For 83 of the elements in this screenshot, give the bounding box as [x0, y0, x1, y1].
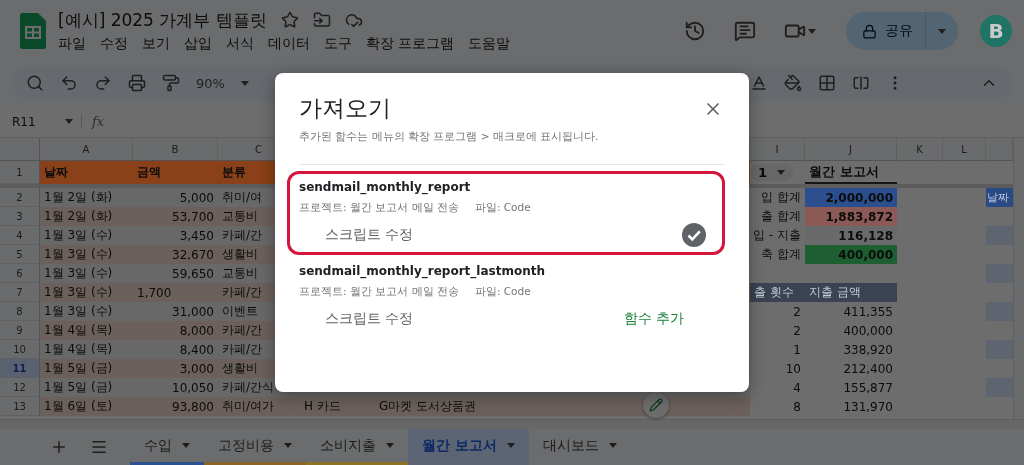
- table-cell: 1월 3일 (수): [40, 245, 133, 264]
- row-header[interactable]: 2: [0, 188, 40, 207]
- row-header[interactable]: 7: [0, 283, 40, 302]
- menu-item[interactable]: 수정: [100, 33, 128, 54]
- table-cell: 3,000: [133, 359, 218, 378]
- row-header[interactable]: 9: [0, 321, 40, 340]
- table-cell: 32,670: [133, 245, 218, 264]
- table-cell: 1월 5일 (금): [40, 359, 133, 378]
- menu-item[interactable]: 삽입: [184, 33, 212, 54]
- menu-item[interactable]: 데이터: [268, 33, 310, 54]
- file-label: 파일: Code: [474, 285, 531, 299]
- table-cell: 지출 금액: [805, 283, 897, 302]
- table-cell: 금액: [133, 161, 218, 184]
- project-label: 프로젝트: 월간 보고서 메일 전송: [299, 285, 459, 299]
- table-cell: 5,000: [133, 188, 218, 207]
- column-header[interactable]: J: [805, 138, 897, 161]
- add-function-button[interactable]: 함수 추가: [611, 306, 712, 332]
- table-cell: 1월 6일 (토): [40, 397, 133, 416]
- table-cell: 93,800: [133, 397, 218, 416]
- row-header[interactable]: 1: [0, 161, 40, 184]
- table-cell: 1월 4일 (목): [40, 321, 133, 340]
- table-cell: 53,700: [133, 207, 218, 226]
- table-cell: 1월 2일 (화): [40, 188, 133, 207]
- dialog-subtitle: 추가된 함수는 메뉴의 확장 프로그램 > 매크로에 표시됩니다.: [298, 130, 600, 144]
- table-cell: 1월 3일 (수): [40, 302, 133, 321]
- row-header[interactable]: 4: [0, 226, 40, 245]
- table-cell: 3,450: [133, 226, 218, 245]
- table-cell: 8,000: [133, 321, 218, 340]
- table-cell: 1월 2일 (화): [40, 207, 133, 226]
- table-cell: 10,050: [133, 378, 218, 397]
- row-header[interactable]: 8: [0, 302, 40, 321]
- table-cell: 1월 3일 (수): [40, 226, 133, 245]
- table-cell: 59,650: [133, 264, 218, 283]
- menu-item[interactable]: 보기: [142, 33, 170, 54]
- table-cell: 1월 3일 (수): [40, 264, 133, 283]
- table-cell: 날짜: [986, 188, 1013, 207]
- table-cell: 날짜: [40, 161, 133, 184]
- project-label: 프로젝트: 월간 보고서 메일 전송: [299, 201, 459, 215]
- row-header[interactable]: 10: [0, 340, 40, 359]
- sheet-tab[interactable]: 고정비용: [204, 429, 306, 465]
- column-header[interactable]: K: [897, 138, 943, 161]
- table-cell: 8,400: [133, 340, 218, 359]
- table-cell: 2,000,000: [805, 188, 897, 207]
- row-header[interactable]: 3: [0, 207, 40, 226]
- sheet-tab[interactable]: 대시보드: [528, 429, 631, 465]
- dialog-title: 가져오기: [299, 94, 391, 123]
- sheet-tab[interactable]: 월간 보고서: [408, 429, 529, 465]
- table-cell: 1,700: [133, 283, 218, 302]
- document-title[interactable]: [예시] 2025 가계부 템플릿: [58, 8, 267, 32]
- column-header[interactable]: A: [40, 138, 133, 161]
- row-header[interactable]: 13: [0, 397, 40, 416]
- function-name: sendmail_monthly_report_lastmonth: [299, 264, 546, 278]
- row-header[interactable]: 12: [0, 378, 40, 397]
- column-header[interactable]: L: [943, 138, 986, 161]
- table-cell: 1월 3일 (수): [40, 283, 133, 302]
- table-cell: 400,000: [805, 245, 897, 264]
- file-label: 파일: Code: [474, 201, 531, 215]
- menu-item[interactable]: 도움말: [468, 33, 511, 54]
- menu-item[interactable]: 확장 프로그램: [366, 33, 455, 54]
- table-cell: 31,000: [133, 302, 218, 321]
- page-selector[interactable]: 1: [750, 164, 794, 181]
- table-cell: H 카드: [300, 397, 375, 416]
- table-cell: 취미/여가: [218, 397, 300, 416]
- table-cell: 1,883,872: [805, 207, 897, 226]
- table-cell: G마켓 도서상품권: [375, 397, 495, 416]
- table-cell: 출 횟수: [750, 283, 805, 302]
- menu-item[interactable]: 파일: [58, 33, 86, 54]
- row-header[interactable]: 6: [0, 264, 40, 283]
- name-box[interactable]: R11: [12, 114, 36, 129]
- column-header[interactable]: B: [133, 138, 218, 161]
- function-name: sendmail_monthly_report: [299, 180, 472, 194]
- sheet-tab[interactable]: 수입: [130, 429, 204, 465]
- menu-item[interactable]: 서식: [226, 33, 254, 54]
- table-cell: 1월 5일 (금): [40, 378, 133, 397]
- edit-script-button[interactable]: 스크립트 수정: [299, 222, 426, 248]
- formula-label: fx: [92, 114, 105, 129]
- table-cell: 1월 4일 (목): [40, 340, 133, 359]
- menu-item[interactable]: 도구: [324, 33, 352, 54]
- zoom-select[interactable]: 90%: [196, 75, 225, 91]
- row-header[interactable]: 5: [0, 245, 40, 264]
- row-header[interactable]: 11: [0, 359, 40, 378]
- account-avatar[interactable]: B: [980, 15, 1012, 47]
- edit-script-button[interactable]: 스크립트 수정: [299, 306, 426, 332]
